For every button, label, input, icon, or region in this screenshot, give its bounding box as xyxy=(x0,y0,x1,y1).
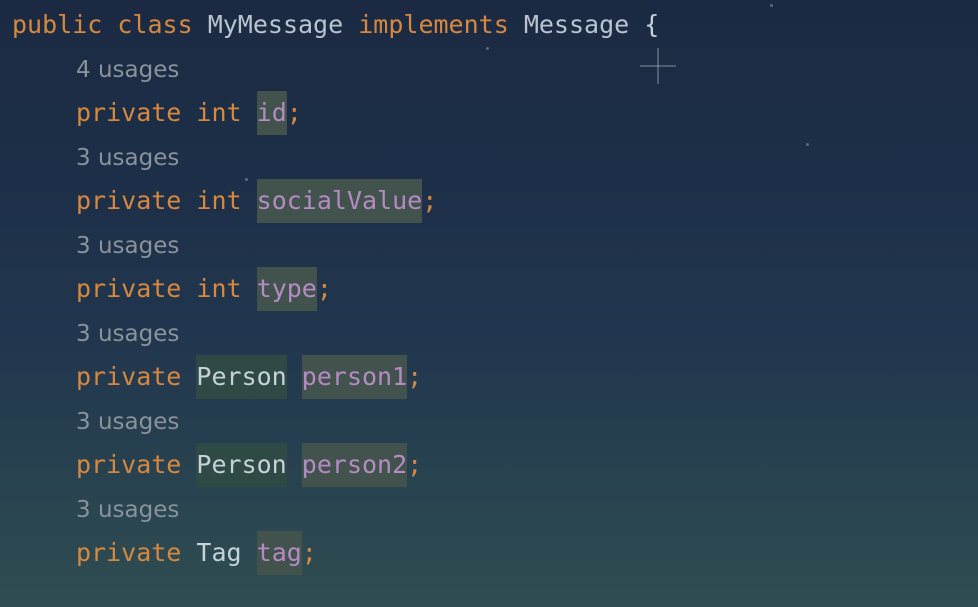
modifier-private: private xyxy=(76,362,182,391)
field-line-person1[interactable]: private Person person1; xyxy=(76,355,422,399)
field-line-person2[interactable]: private Person person2; xyxy=(76,443,422,487)
semicolon: ; xyxy=(407,450,423,479)
class-declaration-line[interactable]: public class MyMessage implements Messag… xyxy=(12,3,659,47)
usages-hint[interactable]: 3 usages xyxy=(76,400,179,444)
field-type: Tag xyxy=(196,538,242,567)
usages-hint[interactable]: 3 usages xyxy=(76,136,179,180)
modifier-private: private xyxy=(76,98,182,127)
semicolon: ; xyxy=(422,186,438,215)
keyword-implements: implements xyxy=(358,10,509,39)
code-editor[interactable]: public class MyMessage implements Messag… xyxy=(0,0,978,607)
class-name: MyMessage xyxy=(207,10,344,39)
field-name: id xyxy=(256,91,287,135)
sparkle-decoration xyxy=(640,48,676,84)
semicolon: ; xyxy=(301,538,317,567)
field-name: person1 xyxy=(301,355,408,399)
keyword-class: class xyxy=(117,10,193,39)
modifier-private: private xyxy=(76,186,182,215)
interface-name: Message xyxy=(523,10,630,39)
field-type: Person xyxy=(196,355,287,399)
field-name: tag xyxy=(256,531,302,575)
modifier-private: private xyxy=(76,274,182,303)
open-brace: { xyxy=(644,10,660,39)
star-dot xyxy=(770,4,773,7)
field-name: socialValue xyxy=(256,179,423,223)
semicolon: ; xyxy=(316,274,332,303)
field-type: int xyxy=(196,274,242,303)
semicolon: ; xyxy=(407,362,423,391)
field-line-socialvalue[interactable]: private int socialValue; xyxy=(76,179,437,223)
field-line-id[interactable]: private int id; xyxy=(76,91,302,135)
modifier-private: private xyxy=(76,450,182,479)
usages-hint[interactable]: 3 usages xyxy=(76,312,179,356)
field-type: Person xyxy=(196,443,287,487)
field-type: int xyxy=(196,186,242,215)
field-line-type[interactable]: private int type; xyxy=(76,267,332,311)
usages-hint[interactable]: 3 usages xyxy=(76,224,179,268)
star-dot xyxy=(486,47,489,50)
modifier-private: private xyxy=(76,538,182,567)
field-name: type xyxy=(256,267,317,311)
semicolon: ; xyxy=(286,98,302,127)
keyword-public: public xyxy=(12,10,103,39)
usages-hint[interactable]: 4 usages xyxy=(76,48,179,92)
field-type: int xyxy=(196,98,242,127)
field-name: person2 xyxy=(301,443,408,487)
usages-hint[interactable]: 3 usages xyxy=(76,488,179,532)
field-line-tag[interactable]: private Tag tag; xyxy=(76,531,317,575)
star-dot xyxy=(806,143,809,146)
